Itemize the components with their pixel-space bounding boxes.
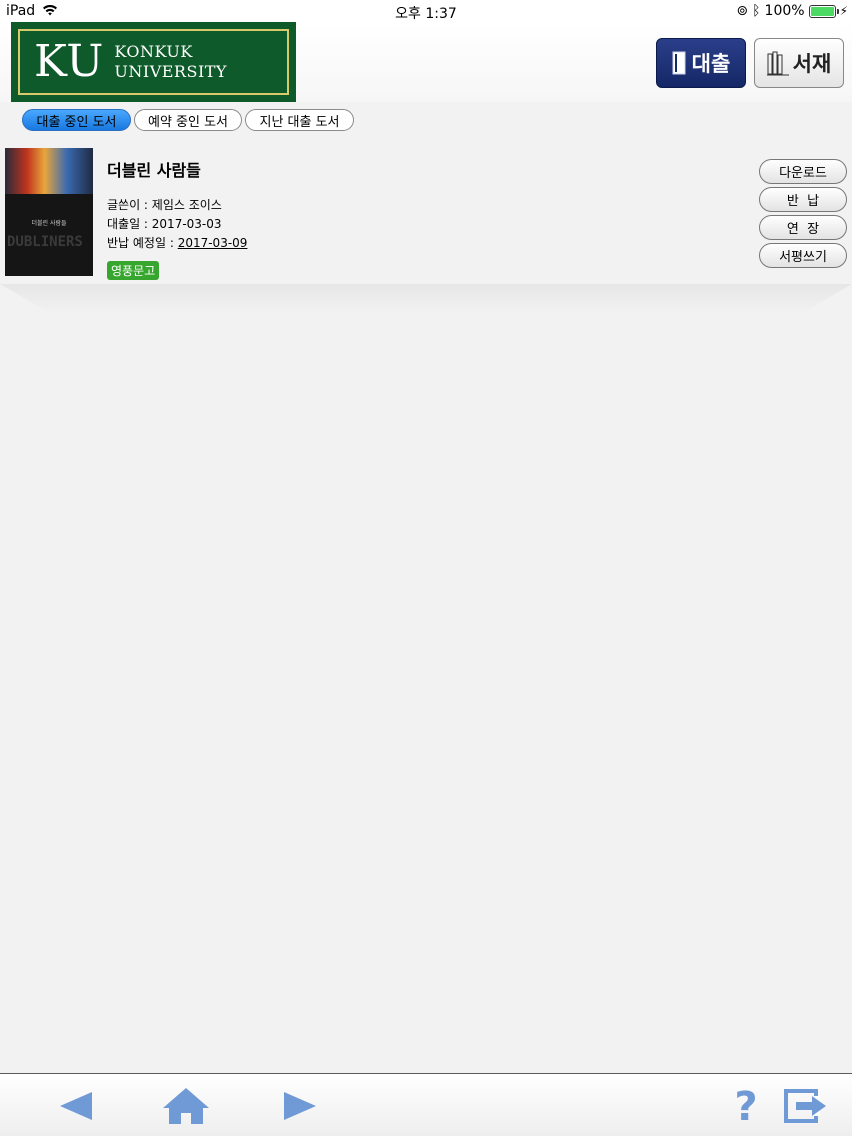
header: KU KONKUK UNIVERSITY 대출 서재 [0, 22, 852, 102]
tab-past-loans[interactable]: 지난 대출 도서 [245, 109, 354, 131]
card-shadow [0, 284, 852, 314]
charging-icon: ⚡ [839, 4, 848, 18]
tab-reservations[interactable]: 예약 중인 도서 [134, 109, 242, 131]
svg-text:?: ? [734, 1086, 757, 1126]
back-arrow-icon[interactable] [58, 1088, 94, 1124]
download-button[interactable]: 다운로드 [759, 159, 847, 184]
loan-tabs: 대출 중인 도서 예약 중인 도서 지난 대출 도서 [22, 109, 354, 131]
book-author: 글쓴이 : 제임스 조이스 [107, 198, 222, 212]
due-date-label: 반납 예정일 : [107, 236, 178, 250]
tab-current-loans[interactable]: 대출 중인 도서 [22, 109, 131, 131]
battery-icon [808, 4, 839, 18]
bookshelf-button-label: 서재 [792, 52, 832, 76]
logo-ku: KU [34, 36, 105, 87]
book-due-date: 반납 예정일 : 2017-03-09 [107, 234, 247, 251]
bookshelf-button[interactable]: 서재 [754, 38, 844, 88]
book-title: 더블린 사람들 [107, 161, 201, 180]
bluetooth-icon: ᛒ [752, 3, 761, 19]
return-button[interactable]: 반 납 [759, 187, 847, 212]
logo-line1: KONKUK [114, 42, 193, 61]
status-bar: iPad 오후 1:37 ⊚ ᛒ 100% ⚡ [0, 0, 852, 24]
write-review-button[interactable]: 서평쓰기 [759, 243, 847, 268]
status-time: 오후 1:37 [395, 6, 457, 22]
home-icon[interactable] [161, 1086, 211, 1126]
university-logo[interactable]: KU KONKUK UNIVERSITY [11, 22, 296, 102]
book-loan-date: 대출일 : 2017-03-03 [107, 217, 222, 231]
loan-button[interactable]: 대출 [656, 38, 746, 88]
extend-button[interactable]: 연 장 [759, 215, 847, 240]
help-icon[interactable]: ? [730, 1086, 762, 1126]
bottom-toolbar: ? [0, 1073, 852, 1136]
cover-text: DUBLINERS [7, 234, 83, 250]
bookshelf-icon [766, 51, 789, 76]
status-right: ⊚ ᛒ 100% ⚡ [736, 3, 848, 19]
forward-arrow-icon[interactable] [282, 1088, 318, 1124]
cover-painting [5, 148, 93, 194]
publisher-badge: 영풍문고 [107, 261, 160, 280]
book-cover[interactable]: 더블린 사람들 DUBLINERS [5, 148, 93, 276]
logo-line2: UNIVERSITY [114, 62, 227, 81]
rotation-lock-icon: ⊚ [736, 3, 749, 19]
cover-title: 더블린 사람들 [31, 220, 67, 227]
book-icon [672, 51, 686, 75]
battery-percent: 100% [764, 3, 805, 19]
logout-icon[interactable] [784, 1088, 828, 1124]
due-date-value[interactable]: 2017-03-09 [178, 236, 248, 250]
loan-button-label: 대출 [691, 52, 731, 76]
